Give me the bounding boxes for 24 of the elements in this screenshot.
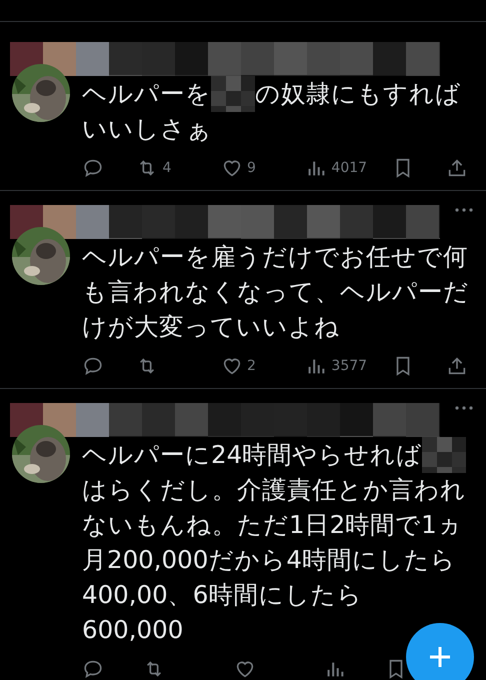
count: 2 <box>246 358 256 374</box>
count: 3577 <box>331 358 368 374</box>
tweet-text: 月200,000だから4時間にしたら <box>82 544 456 576</box>
tweet-text: も言われなくなって、ヘルパーだ <box>82 276 469 308</box>
tweet-text: けが大変っていいよね <box>82 311 340 343</box>
tweet-text: ヘルパーを雇うだけでお任せで何 <box>82 241 468 273</box>
tweet-text: 600,000 <box>82 615 184 644</box>
tweet-text: いいしさぁ <box>82 113 212 145</box>
count: 4017 <box>331 160 368 176</box>
more-icon[interactable] <box>454 207 474 213</box>
count: 9 <box>246 160 256 176</box>
reply-icon[interactable] <box>82 658 104 680</box>
tweet-text: の奴隷にもすれば <box>255 78 461 110</box>
reply-icon[interactable] <box>82 157 104 179</box>
tweet-text: ないもんね。ただ1日2時間で1ヵ <box>82 509 463 541</box>
count: 4 <box>162 160 172 176</box>
more-icon[interactable] <box>454 405 474 411</box>
tweet-text: ヘルパーに24時間やらせれば <box>82 439 422 471</box>
tweet-text: 400,00、6時間にしたら <box>82 579 362 611</box>
plus-icon <box>428 645 452 669</box>
tweet-text: ヘルパーを <box>82 78 211 110</box>
compose-button[interactable] <box>406 623 474 680</box>
reply-icon[interactable] <box>82 355 104 377</box>
tweet-text: はらくだし。介護責任とか言われ <box>82 474 466 506</box>
